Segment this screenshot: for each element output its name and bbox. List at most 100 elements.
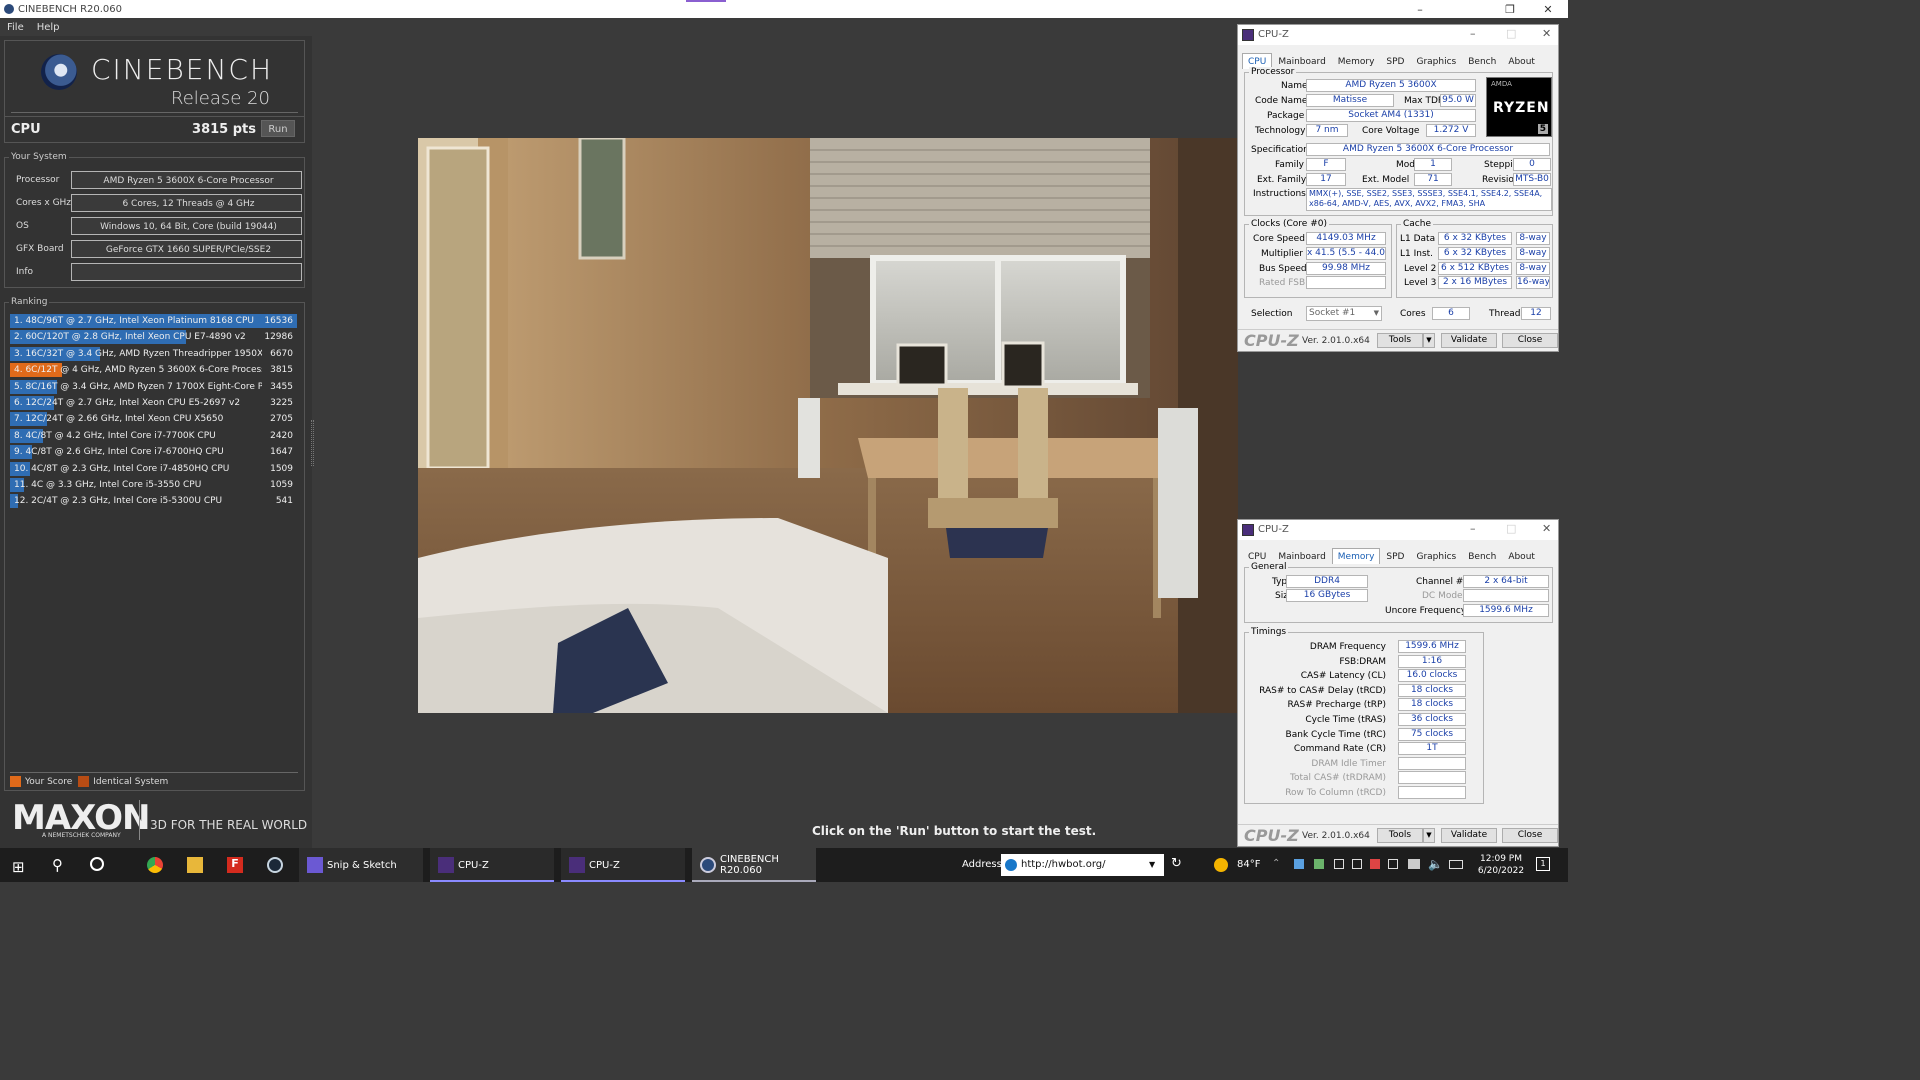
validate-button[interactable]: Validate bbox=[1441, 828, 1497, 843]
tools-button[interactable]: Tools bbox=[1377, 828, 1423, 843]
sys-key: Cores x GHz bbox=[16, 198, 72, 208]
cpuz-maximize-button[interactable]: □ bbox=[1506, 27, 1516, 40]
tray-chevron-up-icon[interactable]: ⌃ bbox=[1272, 858, 1280, 869]
tools-dropdown-arrow-icon[interactable]: ▼ bbox=[1423, 333, 1435, 348]
weather-sun-icon[interactable] bbox=[1214, 858, 1228, 872]
timing-value bbox=[1398, 786, 1466, 799]
ranking-label: 9. 4C/8T @ 2.6 GHz, Intel Core i7-6700HQ… bbox=[14, 447, 224, 458]
cpuz-icon bbox=[569, 857, 585, 873]
tray-app-icon[interactable] bbox=[1294, 859, 1304, 869]
tray-record-icon[interactable] bbox=[1370, 859, 1380, 869]
tray-display-icon[interactable] bbox=[1352, 859, 1362, 869]
ranking-score: 1647 bbox=[270, 447, 293, 458]
tab-memory[interactable]: Memory bbox=[1331, 548, 1381, 564]
steam-icon[interactable] bbox=[267, 857, 283, 873]
validate-button[interactable]: Validate bbox=[1441, 333, 1497, 348]
tab-about[interactable]: About bbox=[1502, 548, 1541, 564]
tab-graphics[interactable]: Graphics bbox=[1410, 548, 1462, 564]
selection-label: Selection bbox=[1251, 309, 1293, 319]
menu-file[interactable]: File bbox=[7, 22, 24, 33]
minimize-button[interactable]: – bbox=[1400, 0, 1440, 18]
maxtdp-value: 95.0 W bbox=[1440, 94, 1476, 107]
tray-network-icon[interactable] bbox=[1314, 859, 1324, 869]
active-indicator bbox=[561, 880, 685, 882]
weather-temp[interactable]: 84°F bbox=[1237, 859, 1260, 870]
cpuz-minimize-button[interactable]: – bbox=[1470, 27, 1476, 40]
windows-start-icon[interactable]: ⊞ bbox=[12, 858, 25, 876]
cpuz-brand: CPU-Z bbox=[1244, 331, 1299, 350]
tab-bench[interactable]: Bench bbox=[1462, 548, 1502, 564]
panel-splitter[interactable] bbox=[311, 420, 314, 466]
tab-about[interactable]: About bbox=[1502, 53, 1541, 69]
snip-sketch-icon bbox=[307, 857, 323, 873]
cpuz-minimize-button[interactable]: – bbox=[1470, 522, 1476, 535]
notification-center-icon[interactable]: 1 bbox=[1536, 857, 1550, 871]
close-button[interactable]: ✕ bbox=[1528, 0, 1568, 18]
timing-value: 18 clocks bbox=[1398, 698, 1466, 712]
sys-row-cores: Cores x GHz 6 Cores, 12 Threads @ 4 GHz bbox=[11, 194, 303, 214]
cpuz-close-button[interactable]: ✕ bbox=[1542, 522, 1551, 535]
l1data-assoc: 8-way bbox=[1516, 232, 1550, 245]
cpuz-icon bbox=[1242, 524, 1254, 536]
cpuz-maximize-button[interactable]: □ bbox=[1506, 522, 1516, 535]
chrome-icon[interactable] bbox=[147, 857, 163, 873]
cpuz-close-button[interactable]: ✕ bbox=[1542, 27, 1551, 40]
tools-button[interactable]: Tools bbox=[1377, 333, 1423, 348]
technology-value: 7 nm bbox=[1306, 124, 1348, 137]
cores-label: Cores bbox=[1400, 309, 1426, 319]
active-indicator bbox=[430, 880, 554, 882]
ranking-label: 6. 12C/24T @ 2.7 GHz, Intel Xeon CPU E5-… bbox=[14, 398, 241, 408]
legend-identical: Identical System bbox=[93, 776, 169, 787]
tools-dropdown-arrow-icon[interactable]: ▼ bbox=[1423, 828, 1435, 843]
system-clock[interactable]: 12:09 PM 6/20/2022 bbox=[1475, 853, 1527, 877]
filezilla-icon[interactable]: F bbox=[227, 857, 243, 873]
taskbar-item-cinebench[interactable]: CINEBENCH R20.060 bbox=[692, 848, 816, 882]
taskbar-item-label: Snip & Sketch bbox=[327, 859, 397, 871]
ranking-score: 541 bbox=[275, 496, 293, 507]
refresh-icon[interactable]: ↻ bbox=[1171, 856, 1182, 871]
ratedfsb-value bbox=[1306, 276, 1386, 289]
specification-value: AMD Ryzen 5 3600X 6-Core Processor bbox=[1306, 143, 1550, 156]
taskbar-item-snip[interactable]: Snip & Sketch bbox=[299, 848, 423, 882]
tab-bench[interactable]: Bench bbox=[1462, 53, 1502, 69]
file-explorer-icon[interactable] bbox=[187, 857, 203, 873]
tray-printer-icon[interactable] bbox=[1388, 859, 1398, 869]
cpuz-close-footer-button[interactable]: Close bbox=[1502, 333, 1558, 348]
maxon-sub: A NEMETSCHEK COMPANY bbox=[42, 832, 121, 839]
cinebench-logo-icon bbox=[41, 54, 77, 90]
level2-assoc: 8-way bbox=[1516, 262, 1550, 275]
cpuz-titlebar: CPU-Z – □ ✕ bbox=[1238, 520, 1558, 540]
volume-icon[interactable]: 🔈 bbox=[1428, 857, 1443, 871]
tab-spd[interactable]: SPD bbox=[1380, 548, 1410, 564]
level3-label: Level 3 bbox=[1404, 278, 1437, 288]
ranking-label: 11. 4C @ 3.3 GHz, Intel Core i5-3550 CPU bbox=[14, 480, 202, 490]
cortana-icon[interactable] bbox=[90, 857, 104, 871]
taskbar-item-label: CPU-Z bbox=[589, 859, 620, 871]
chevron-down-icon[interactable]: ▼ bbox=[1149, 854, 1155, 876]
address-input[interactable]: http://hwbot.org/ ▼ bbox=[1001, 854, 1164, 876]
tab-spd[interactable]: SPD bbox=[1380, 53, 1410, 69]
sys-value[interactable] bbox=[71, 263, 302, 281]
selection-dropdown[interactable]: Socket #1 ▼ bbox=[1306, 306, 1382, 321]
tray-usb-icon[interactable] bbox=[1334, 859, 1344, 869]
search-icon[interactable]: ⚲ bbox=[52, 856, 63, 874]
ranking-row: 2. 60C/120T @ 2.8 GHz, Intel Xeon CPU E7… bbox=[10, 330, 297, 345]
tab-graphics[interactable]: Graphics bbox=[1410, 53, 1462, 69]
title-accent bbox=[686, 0, 726, 2]
tab-memory[interactable]: Memory bbox=[1332, 53, 1381, 69]
ranking-row: 4. 6C/12T @ 4 GHz, AMD Ryzen 5 3600X 6-C… bbox=[10, 363, 297, 378]
taskbar-item-cpuz-b[interactable]: CPU-Z bbox=[561, 848, 685, 882]
sys-value: 6 Cores, 12 Threads @ 4 GHz bbox=[71, 194, 302, 212]
keyboard-icon[interactable] bbox=[1449, 860, 1463, 869]
address-value: http://hwbot.org/ bbox=[1021, 859, 1106, 870]
sys-row-info: Info bbox=[11, 263, 303, 283]
restore-button[interactable]: ❐ bbox=[1490, 0, 1530, 18]
dcmode-value bbox=[1463, 589, 1549, 602]
run-button[interactable]: Run bbox=[261, 120, 295, 137]
timing-value: 1T bbox=[1398, 742, 1466, 756]
cpuz-close-footer-button[interactable]: Close bbox=[1502, 828, 1558, 843]
timings-legend: Timings bbox=[1249, 627, 1289, 637]
taskbar-item-cpuz-a[interactable]: CPU-Z bbox=[430, 848, 554, 882]
menu-help[interactable]: Help bbox=[37, 22, 60, 33]
tray-wifi-icon[interactable] bbox=[1408, 859, 1420, 869]
